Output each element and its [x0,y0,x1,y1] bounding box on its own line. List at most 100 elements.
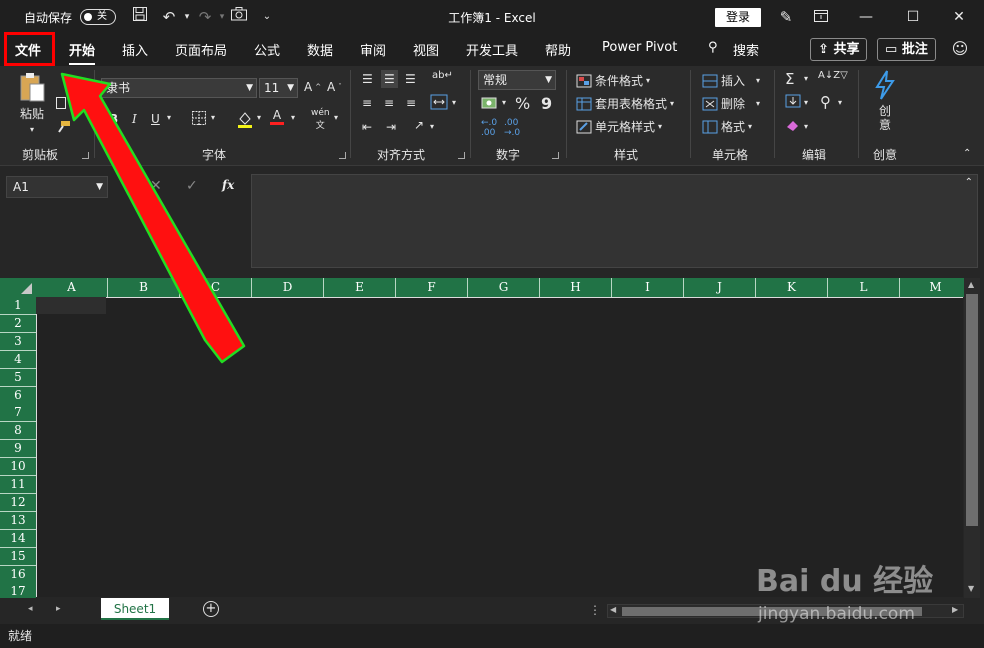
prev-sheet-icon[interactable]: ◂ [28,604,33,614]
row-header-12[interactable]: 12 [0,493,36,512]
decrease-decimal-icon[interactable]: .00 →.0 [504,118,520,138]
wrap-text-icon[interactable]: ab↵ [432,70,453,81]
row-header-2[interactable]: 2 [0,314,36,333]
align-right-icon[interactable]: ≡ [406,96,416,110]
copy-icon[interactable] [55,96,69,112]
align-middle-icon[interactable]: ☰ [381,70,398,88]
tab-home[interactable]: 开始 [69,40,96,65]
vertical-scroll-thumb[interactable] [966,294,978,526]
pen-icon[interactable]: ✎ [775,6,797,28]
row-header-13[interactable]: 13 [0,511,36,530]
row-header-7[interactable]: 7 [0,404,36,423]
decrease-indent-icon[interactable]: ⇤ [362,120,372,134]
orientation-dropdown-icon[interactable]: ▾ [430,122,434,131]
scroll-right-icon[interactable]: ▶ [952,605,958,614]
confirm-entry-icon[interactable]: ✓ [186,178,198,194]
font-name-select[interactable]: 隶书 ▼ [101,78,257,98]
borders-dropdown-icon[interactable]: ▾ [211,113,215,122]
close-icon[interactable]: ✕ [945,5,973,29]
camera-icon[interactable] [228,6,250,28]
fill-icon[interactable] [785,94,801,108]
accounting-dropdown-icon[interactable]: ▾ [502,98,506,107]
format-cells-button[interactable]: 格式 ▾ [702,118,752,135]
creative-button-label[interactable]: 创意 [879,104,893,132]
italic-button[interactable]: I [132,112,137,126]
find-dropdown-icon[interactable]: ▾ [838,98,842,107]
tab-split-grip-icon[interactable]: ⋮ [589,603,601,617]
cancel-entry-icon[interactable]: ✕ [150,178,162,194]
collapse-ribbon-icon[interactable]: ⌃ [963,148,971,159]
customize-dropdown-icon[interactable]: ⌄ [256,6,278,28]
row-header-3[interactable]: 3 [0,332,36,351]
row-header-4[interactable]: 4 [0,350,36,369]
formula-input[interactable]: ⌃ [251,174,978,268]
column-header-e[interactable]: E [324,278,396,297]
save-icon[interactable] [129,6,151,28]
maximize-icon[interactable]: ☐ [899,5,927,29]
align-left-icon[interactable]: ≡ [362,96,372,110]
scroll-up-icon[interactable]: ▲ [968,280,974,289]
scroll-down-icon[interactable]: ▼ [968,584,974,593]
row-header-16[interactable]: 16 [0,565,36,584]
row-header-10[interactable]: 10 [0,458,36,477]
column-header-f[interactable]: F [396,278,468,297]
row-header-8[interactable]: 8 [0,422,36,441]
row-header-9[interactable]: 9 [0,440,36,459]
autosum-icon[interactable]: Σ [785,70,794,88]
row-header-15[interactable]: 15 [0,547,36,566]
alignment-launcher-icon[interactable] [458,152,465,159]
insert-cells-button[interactable]: 插入 ▾ [702,72,760,89]
merge-dropdown-icon[interactable]: ▾ [452,98,456,107]
row-header-5[interactable]: 5 [0,368,36,387]
fill-dropdown-icon[interactable]: ▾ [804,98,808,107]
phonetic-dropdown-icon[interactable]: ▾ [334,113,338,122]
column-header-c[interactable]: C [180,278,252,297]
font-color-dropdown-icon[interactable]: ▾ [291,113,295,122]
row-header-14[interactable]: 14 [0,529,36,548]
increase-font-icon[interactable]: A ^ [304,80,321,94]
row-header-1[interactable]: 1 [0,297,36,315]
format-painter-icon[interactable] [55,120,71,134]
column-header-j[interactable]: J [684,278,756,297]
autosave-toggle[interactable]: 关 [80,9,116,25]
vertical-scrollbar[interactable]: ▲ ▼ [964,278,980,598]
clear-dropdown-icon[interactable]: ▾ [804,122,808,131]
cell-styles-button[interactable]: 单元格样式 ▾ [576,118,662,135]
column-header-g[interactable]: G [468,278,540,297]
smiley-feedback-icon[interactable]: ☺ [949,38,971,60]
column-header-b[interactable]: B [108,278,180,297]
decrease-font-icon[interactable]: Aˇ [327,80,342,94]
column-header-h[interactable]: H [540,278,612,297]
merge-center-icon[interactable] [430,94,448,110]
share-button[interactable]: ⇪ 共享 [810,38,868,61]
name-box[interactable]: A1 ▼ [6,176,108,198]
find-select-icon[interactable]: ⚲ [820,93,831,111]
accounting-format-icon[interactable] [481,96,499,110]
tab-help[interactable]: 帮助 [545,40,571,59]
select-all-corner[interactable] [0,278,36,297]
fill-color-dropdown-icon[interactable]: ▾ [257,113,261,122]
increase-decimal-icon[interactable]: ←.0.00 [481,118,497,138]
align-center-icon[interactable]: ≡ [384,96,394,110]
borders-icon[interactable] [191,110,207,126]
sort-filter-icon[interactable]: A↓Z▽ [818,70,848,81]
align-top-icon[interactable]: ☰ [362,72,373,86]
align-bottom-icon[interactable]: ☰ [405,72,416,86]
tab-insert[interactable]: 插入 [122,40,148,59]
add-sheet-icon[interactable]: + [203,601,219,617]
insert-function-button[interactable]: fx [222,178,234,192]
phonetic-guide-button[interactable]: wén 文 [311,108,330,131]
number-launcher-icon[interactable] [552,152,559,159]
active-cell-a1[interactable] [36,297,106,314]
search-label[interactable]: 搜索 [733,40,759,59]
tab-data[interactable]: 数据 [307,40,333,59]
tab-view[interactable]: 视图 [413,40,439,59]
scroll-left-icon[interactable]: ◀ [610,605,616,614]
tab-power-pivot[interactable]: Power Pivot [602,40,677,55]
row-header-6[interactable]: 6 [0,386,36,405]
lightning-icon[interactable] [873,70,897,100]
next-sheet-icon[interactable]: ▸ [56,604,61,614]
collapse-formula-bar-icon[interactable]: ⌃ [965,177,973,188]
font-color-button[interactable]: A [270,108,284,125]
tab-page-layout[interactable]: 页面布局 [175,40,227,59]
